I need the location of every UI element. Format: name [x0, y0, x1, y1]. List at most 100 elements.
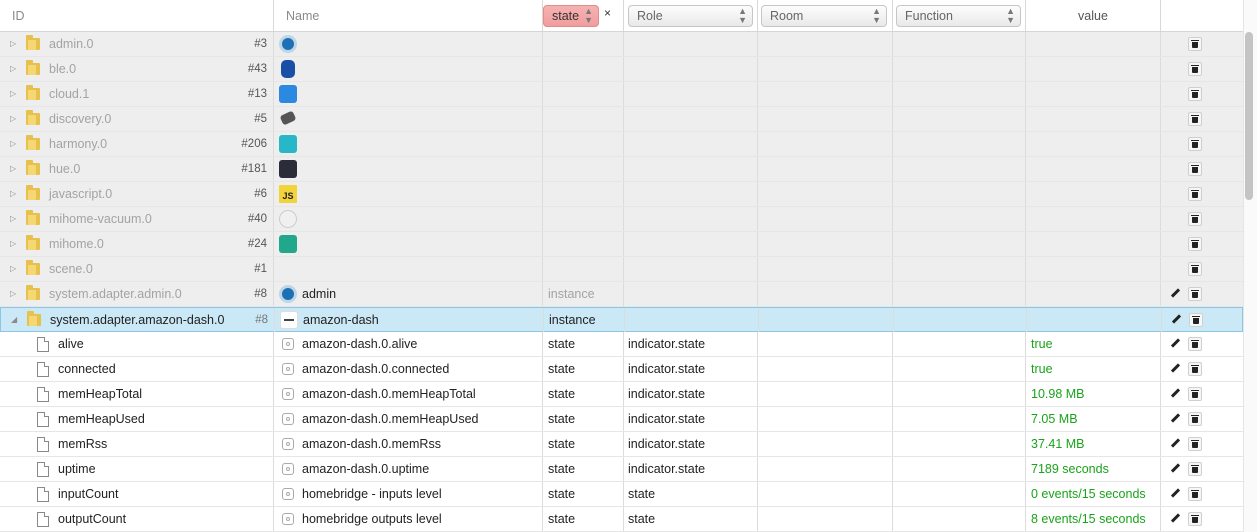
function-cell [893, 57, 1026, 81]
trash-icon[interactable] [1188, 137, 1202, 151]
javascript-icon: JS [279, 185, 297, 203]
trash-icon[interactable] [1189, 313, 1203, 327]
role-cell: indicator.state [624, 432, 758, 456]
value-cell [1026, 57, 1161, 81]
state-row-outputCount[interactable]: outputCount homebridge outputs level state… [0, 507, 1243, 532]
tree-row-hue-0[interactable]: ▷ hue.0 #181 [0, 157, 1243, 182]
edit-icon[interactable] [1169, 387, 1183, 401]
value-cell[interactable]: 7189 seconds [1026, 457, 1161, 481]
collapsed-triangle-icon[interactable]: ▷ [10, 207, 16, 231]
column-header-name[interactable]: Name [274, 0, 543, 31]
tree-row-system-adapter-amazon-dash-0[interactable]: ◢ system.adapter.amazon-dash.0 #8 amazon-da… [0, 307, 1243, 332]
column-header-type: state ▲ ▼ × [543, 0, 624, 31]
value-cell[interactable]: 8 events/15 seconds [1026, 507, 1161, 531]
tree-row-cloud-1[interactable]: ▷ cloud.1 #13 [0, 82, 1243, 107]
trash-icon[interactable] [1188, 212, 1202, 226]
clear-filter-icon[interactable]: × [604, 6, 611, 20]
role-filter-select[interactable]: Role ▲ ▼ [628, 5, 753, 27]
state-row-connected[interactable]: connected amazon-dash.0.connected state ind… [0, 357, 1243, 382]
child-count: #206 [241, 138, 267, 150]
edit-icon[interactable] [1169, 412, 1183, 426]
edit-icon[interactable] [1169, 362, 1183, 376]
column-header-value[interactable]: value [1026, 0, 1161, 31]
edit-icon[interactable] [1169, 512, 1183, 526]
trash-icon[interactable] [1188, 487, 1202, 501]
actions-cell [1161, 107, 1243, 131]
collapsed-triangle-icon[interactable]: ▷ [10, 257, 16, 281]
trash-icon[interactable] [1188, 362, 1202, 376]
tree-row-ble-0[interactable]: ▷ ble.0 #43 [0, 57, 1243, 82]
trash-icon[interactable] [1188, 62, 1202, 76]
trash-icon[interactable] [1188, 387, 1202, 401]
type-filter-select[interactable]: state ▲ ▼ [543, 5, 599, 27]
state-row-alive[interactable]: alive amazon-dash.0.alive state indicator.s… [0, 332, 1243, 357]
tree-row-javascript-0[interactable]: ▷ javascript.0 #6 JS [0, 182, 1243, 207]
collapsed-triangle-icon[interactable]: ▷ [10, 32, 16, 56]
collapsed-triangle-icon[interactable]: ▷ [10, 57, 16, 81]
tree-row-admin-0[interactable]: ▷ admin.0 #3 [0, 32, 1243, 57]
name-cell: homebridge - inputs level [274, 482, 543, 506]
function-filter-select[interactable]: Function ▲ ▼ [896, 5, 1021, 27]
collapsed-triangle-icon[interactable]: ▷ [10, 182, 16, 206]
tree-row-mihome-vacuum-0[interactable]: ▷ mihome-vacuum.0 #40 [0, 207, 1243, 232]
collapsed-triangle-icon[interactable]: ▷ [10, 157, 16, 181]
name-cell: amazon-dash.0.memRss [274, 432, 543, 456]
collapsed-triangle-icon[interactable]: ▷ [10, 82, 16, 106]
trash-icon[interactable] [1188, 437, 1202, 451]
collapsed-triangle-icon[interactable]: ▷ [10, 282, 16, 306]
scrollbar-thumb[interactable] [1245, 32, 1253, 200]
type-cell [543, 207, 624, 231]
edit-icon[interactable] [1169, 287, 1183, 301]
trash-icon[interactable] [1188, 462, 1202, 476]
trash-icon[interactable] [1188, 37, 1202, 51]
value-cell[interactable]: true [1026, 332, 1161, 356]
function-cell [893, 232, 1026, 256]
edit-icon[interactable] [1169, 487, 1183, 501]
trash-icon[interactable] [1188, 112, 1202, 126]
id-cell: ▷ hue.0 #181 [0, 157, 274, 181]
value-cell[interactable]: true [1026, 357, 1161, 381]
tree-row-mihome-0[interactable]: ▷ mihome.0 #24 [0, 232, 1243, 257]
value-cell[interactable]: 0 events/15 seconds [1026, 482, 1161, 506]
trash-icon[interactable] [1188, 162, 1202, 176]
state-row-memRss[interactable]: memRss amazon-dash.0.memRss state indicator… [0, 432, 1243, 457]
collapsed-triangle-icon[interactable]: ▷ [10, 107, 16, 131]
type-filter-value: state [552, 9, 580, 23]
state-id: memHeapUsed [58, 412, 145, 426]
edit-icon[interactable] [1169, 462, 1183, 476]
tree-row-scene-0[interactable]: ▷ scene.0 #1 [0, 257, 1243, 282]
edit-icon[interactable] [1169, 437, 1183, 451]
state-row-inputCount[interactable]: inputCount homebridge - inputs level state… [0, 482, 1243, 507]
value-cell[interactable]: 10.98 MB [1026, 382, 1161, 406]
trash-icon[interactable] [1188, 262, 1202, 276]
trash-icon[interactable] [1188, 87, 1202, 101]
collapsed-triangle-icon[interactable]: ▷ [10, 232, 16, 256]
room-filter-select[interactable]: Room ▲ ▼ [761, 5, 887, 27]
folder-icon [26, 60, 40, 75]
state-row-uptime[interactable]: uptime amazon-dash.0.uptime state indicator… [0, 457, 1243, 482]
state-row-memHeapUsed[interactable]: memHeapUsed amazon-dash.0.memHeapUsed stat… [0, 407, 1243, 432]
trash-icon[interactable] [1188, 187, 1202, 201]
trash-icon[interactable] [1188, 237, 1202, 251]
trash-icon[interactable] [1188, 412, 1202, 426]
collapsed-triangle-icon[interactable]: ▷ [10, 132, 16, 156]
role-cell [625, 308, 759, 332]
state-row-memHeapTotal[interactable]: memHeapTotal amazon-dash.0.memHeapTotal st… [0, 382, 1243, 407]
tree-row-harmony-0[interactable]: ▷ harmony.0 #206 [0, 132, 1243, 157]
room-cell [758, 232, 893, 256]
trash-icon[interactable] [1188, 512, 1202, 526]
actions-cell [1161, 257, 1243, 281]
edit-icon[interactable] [1170, 313, 1184, 327]
state-name: homebridge outputs level [302, 512, 442, 526]
name-cell: amazon-dash.0.memHeapTotal [274, 382, 543, 406]
expanded-triangle-icon[interactable]: ◢ [11, 308, 17, 332]
value-cell[interactable]: 37.41 MB [1026, 432, 1161, 456]
tree-row-system-adapter-admin-0[interactable]: ▷ system.adapter.admin.0 #8 admin instance [0, 282, 1243, 307]
value-cell[interactable]: 7.05 MB [1026, 407, 1161, 431]
trash-icon[interactable] [1188, 287, 1202, 301]
tree-row-discovery-0[interactable]: ▷ discovery.0 #5 [0, 107, 1243, 132]
trash-icon[interactable] [1188, 337, 1202, 351]
edit-icon[interactable] [1169, 337, 1183, 351]
room-cell [759, 308, 894, 332]
column-header-id[interactable]: ID [0, 0, 274, 31]
